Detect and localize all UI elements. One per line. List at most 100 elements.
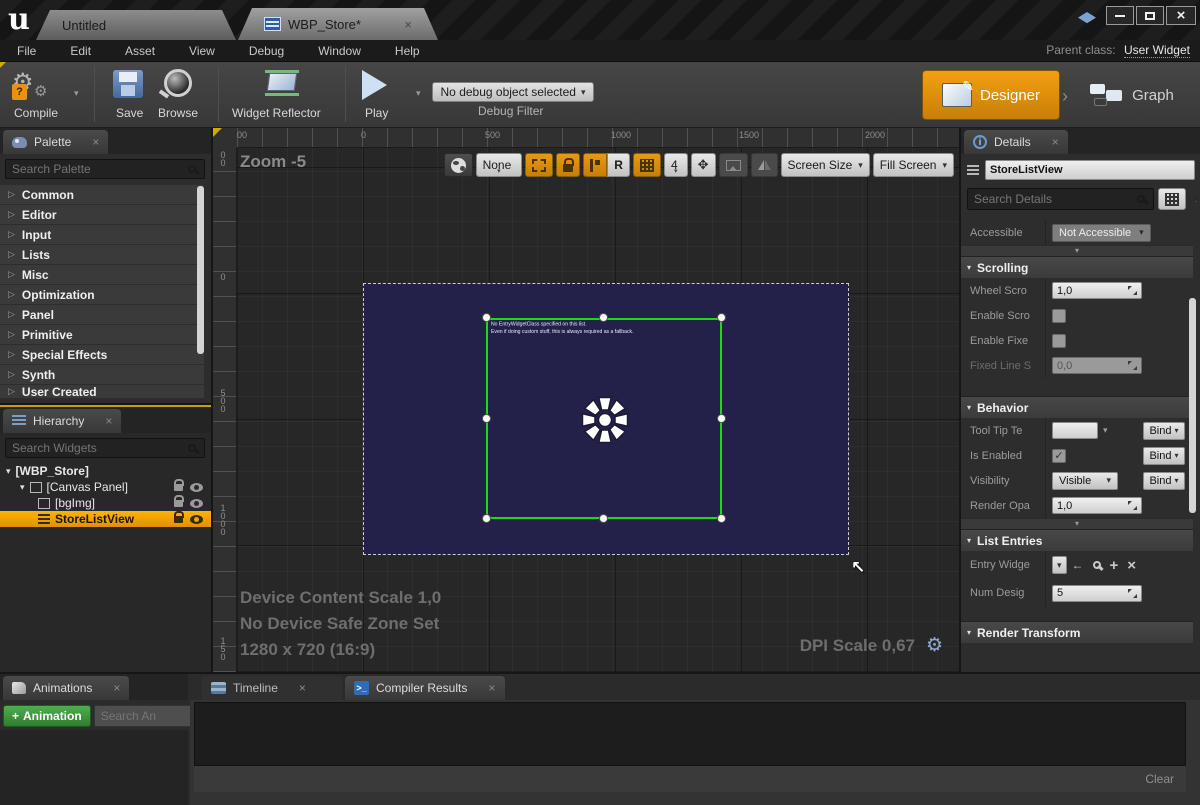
close-button[interactable]: × bbox=[1166, 6, 1196, 25]
palette-category-lists[interactable]: ▷Lists bbox=[0, 245, 204, 264]
menu-debug[interactable]: Debug bbox=[232, 44, 301, 58]
menu-view[interactable]: View bbox=[172, 44, 232, 58]
browse-label[interactable]: Browse bbox=[158, 106, 198, 120]
section-render-transform[interactable]: ▾ Render Transform bbox=[961, 621, 1193, 643]
lock-icon[interactable] bbox=[174, 500, 183, 507]
panel-close-icon[interactable]: × bbox=[113, 681, 120, 695]
add-animation-button[interactable]: + Animation bbox=[3, 705, 91, 727]
caret-down-icon[interactable]: ▾ bbox=[1103, 425, 1108, 436]
drag-value-icon[interactable] bbox=[1128, 501, 1137, 510]
palette-category-special-effects[interactable]: ▷Special Effects bbox=[0, 345, 204, 364]
clear-icon[interactable]: × bbox=[1127, 557, 1136, 574]
enable-scroll-checkbox[interactable] bbox=[1052, 309, 1066, 323]
tree-item-bgimg[interactable]: [bgImg] bbox=[0, 495, 211, 511]
accessible-dropdown[interactable]: Not Accessible ▾ bbox=[1052, 224, 1151, 242]
collapse-arrow-icon[interactable]: ▾ bbox=[20, 482, 25, 493]
designer-viewport[interactable]: 00 0 500 1000 1500 2000 00 0 500 1000 15… bbox=[213, 128, 959, 672]
section-behavior[interactable]: ▾ Behavior bbox=[961, 396, 1193, 418]
section-list-entries[interactable]: ▾ List Entries bbox=[961, 529, 1193, 551]
compile-icon[interactable]: ⚙ ⚙ ? bbox=[12, 68, 62, 108]
widget-reflector-icon[interactable] bbox=[265, 70, 299, 96]
document-tab-untitled[interactable]: Untitled bbox=[36, 10, 236, 40]
hierarchy-tab[interactable]: Hierarchy × bbox=[3, 409, 121, 433]
menu-file[interactable]: File bbox=[0, 44, 53, 58]
palette-scrollbar[interactable] bbox=[197, 186, 204, 354]
menu-help[interactable]: Help bbox=[378, 44, 437, 58]
compiler-results-tab[interactable]: >_ Compiler Results × bbox=[345, 676, 505, 700]
expand-arrow-icon[interactable]: ▷ bbox=[8, 369, 15, 380]
palette-category-misc[interactable]: ▷Misc bbox=[0, 265, 204, 284]
fill-screen-dropdown[interactable]: Fill Screen ▾ bbox=[873, 153, 954, 177]
compiler-results-log[interactable] bbox=[194, 702, 1186, 766]
document-tab-wbp-store[interactable]: WBP_Store* × bbox=[238, 8, 438, 40]
palette-search-input[interactable] bbox=[6, 162, 186, 176]
compile-options-caret-icon[interactable]: ▾ bbox=[74, 88, 79, 99]
entry-widget-class-dropdown[interactable]: ▾ bbox=[1052, 556, 1067, 574]
hierarchy-search[interactable] bbox=[5, 438, 205, 458]
resize-handle[interactable] bbox=[717, 414, 726, 423]
resize-handle[interactable] bbox=[482, 313, 491, 322]
play-icon[interactable] bbox=[362, 70, 387, 100]
collapse-arrow-icon[interactable]: ▾ bbox=[6, 466, 11, 477]
tab-close-icon[interactable]: × bbox=[404, 17, 412, 32]
visibility-dropdown[interactable]: Visible ▾ bbox=[1052, 472, 1118, 490]
visibility-eye-icon[interactable] bbox=[190, 483, 203, 492]
visibility-eye-icon[interactable] bbox=[190, 499, 203, 508]
advanced-expander[interactable]: ▾ bbox=[961, 245, 1193, 256]
panel-close-icon[interactable]: × bbox=[92, 135, 99, 149]
palette-category-common[interactable]: ▷Common bbox=[0, 185, 204, 204]
expand-arrow-icon[interactable]: ▷ bbox=[8, 329, 15, 340]
drag-value-icon[interactable] bbox=[1128, 589, 1137, 598]
tree-item-storelistview-selected[interactable]: StoreListView bbox=[0, 511, 211, 527]
transform-mode-button[interactable]: ✥ bbox=[691, 153, 716, 177]
property-matrix-button[interactable] bbox=[1158, 188, 1186, 210]
expand-arrow-icon[interactable]: ▷ bbox=[8, 209, 15, 220]
panel-close-icon[interactable]: × bbox=[488, 681, 495, 695]
lock-widgets-button[interactable] bbox=[556, 153, 580, 177]
raw-preview-button[interactable]: R bbox=[607, 153, 630, 177]
resize-handle[interactable] bbox=[717, 313, 726, 322]
tooltip-bind-button[interactable]: Bind▾ bbox=[1143, 422, 1185, 440]
expand-arrow-icon[interactable]: ▷ bbox=[8, 229, 15, 240]
expand-arrow-icon[interactable]: ▷ bbox=[8, 309, 15, 320]
palette-category-primitive[interactable]: ▷Primitive bbox=[0, 325, 204, 344]
browse-asset-icon[interactable] bbox=[1093, 561, 1101, 569]
use-selected-icon[interactable]: ← bbox=[1072, 558, 1084, 572]
tooltip-text-field[interactable] bbox=[1052, 422, 1098, 439]
grid-size-dropdown[interactable]: 4 ▾ bbox=[664, 153, 688, 177]
play-options-caret-icon[interactable]: ▾ bbox=[416, 88, 421, 99]
resize-handle[interactable] bbox=[717, 514, 726, 523]
clear-log-button[interactable]: Clear bbox=[1145, 772, 1174, 786]
designer-mode-button[interactable]: ✎ Designer bbox=[922, 70, 1060, 120]
dpi-settings-gear-icon[interactable]: ⚙ bbox=[926, 634, 943, 657]
save-label[interactable]: Save bbox=[116, 106, 143, 120]
enable-fixed-checkbox[interactable] bbox=[1052, 334, 1066, 348]
panel-close-icon[interactable]: × bbox=[105, 414, 112, 428]
screen-size-dropdown[interactable]: Screen Size ▾ bbox=[781, 153, 870, 177]
localization-preview-dropdown[interactable]: None ▾ bbox=[476, 153, 523, 177]
menu-edit[interactable]: Edit bbox=[53, 44, 108, 58]
debug-filter-dropdown[interactable]: No debug object selected ▾ bbox=[432, 82, 594, 102]
palette-category-optimization[interactable]: ▷Optimization bbox=[0, 285, 204, 304]
wheel-scroll-field[interactable] bbox=[1052, 282, 1142, 299]
respect-locks-button[interactable] bbox=[583, 153, 607, 177]
tree-item-wbp-store[interactable]: ▾ [WBP_Store] bbox=[0, 463, 211, 479]
expand-arrow-icon[interactable]: ▷ bbox=[8, 349, 15, 360]
visibility-eye-icon[interactable] bbox=[190, 515, 203, 524]
details-search[interactable] bbox=[967, 188, 1154, 210]
graph-mode-button[interactable]: Graph bbox=[1072, 70, 1192, 120]
maximize-button[interactable] bbox=[1136, 6, 1164, 25]
expand-arrow-icon[interactable]: ▷ bbox=[8, 189, 15, 200]
section-scrolling[interactable]: ▾ Scrolling bbox=[961, 256, 1193, 278]
resize-handle[interactable] bbox=[599, 313, 608, 322]
panel-close-icon[interactable]: × bbox=[1052, 135, 1059, 149]
menu-asset[interactable]: Asset bbox=[108, 44, 172, 58]
palette-category-synth[interactable]: ▷Synth bbox=[0, 365, 204, 384]
palette-tab[interactable]: Palette × bbox=[3, 130, 108, 154]
hierarchy-search-input[interactable] bbox=[6, 441, 186, 455]
toggle-outline-button[interactable] bbox=[525, 153, 553, 177]
drag-value-icon[interactable] bbox=[1128, 286, 1137, 295]
advanced-expander[interactable]: ▾ bbox=[961, 518, 1193, 529]
palette-category-user-created[interactable]: ▷User Created bbox=[0, 385, 204, 398]
flip-preview-button[interactable] bbox=[751, 153, 778, 177]
